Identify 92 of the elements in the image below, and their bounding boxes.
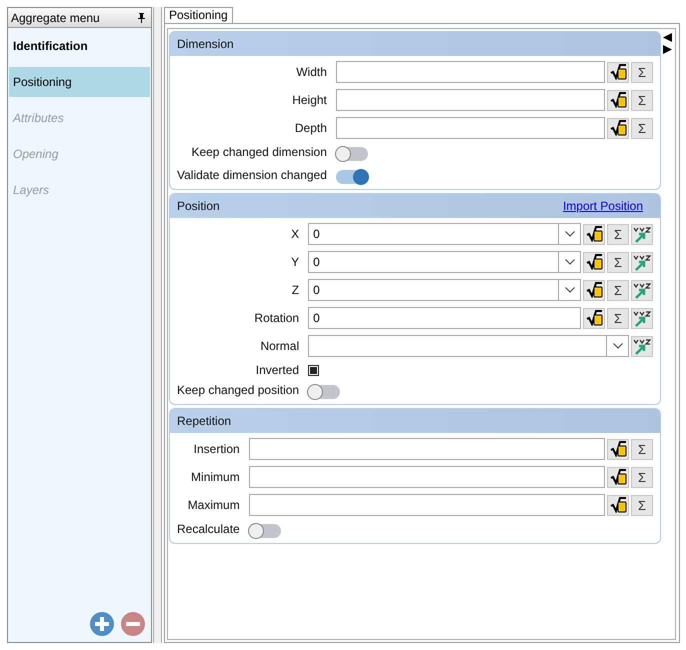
input-field[interactable]: 0 [308,307,581,329]
formula-button[interactable] [583,280,605,300]
field-label: Inverted [254,363,300,377]
import-link[interactable]: Import Position [562,199,643,213]
formula-button[interactable] [607,118,629,138]
input-field[interactable] [336,61,605,83]
toggle-switch[interactable] [248,524,281,538]
pick-button[interactable] [631,280,653,300]
dropdown-button[interactable] [559,279,581,301]
arrow-icon [633,226,651,242]
root-icon [610,497,626,513]
field-label: Keep changed dimension [190,145,327,161]
root-icon [610,92,626,108]
dropdown-button[interactable] [607,335,629,357]
checkbox[interactable] [308,364,320,376]
combo-box[interactable]: 0 [308,223,559,245]
panel-title: Aggregate menu [11,10,100,24]
field-label: Width [295,65,327,79]
menu-item[interactable]: Positioning [9,67,150,97]
formula-button[interactable] [583,252,605,272]
section-title: Dimension [177,37,234,51]
input-field[interactable] [248,466,605,488]
field-label: Keep changed position [177,383,300,399]
field-label: Depth [294,121,327,135]
menu-item[interactable]: Identification [9,31,150,61]
combo-box[interactable]: 0 [308,251,559,273]
formula-button[interactable] [607,466,629,488]
sum-button[interactable]: Σ [631,90,653,110]
sum-button[interactable]: Σ [607,280,629,300]
dropdown-button[interactable] [559,251,581,273]
pick-button[interactable] [631,252,653,272]
formula-button[interactable] [607,494,629,516]
remove-icon[interactable] [121,612,145,636]
formula-button[interactable] [583,224,605,244]
field-label: Normal [259,339,300,353]
pick-button[interactable] [631,336,653,356]
field-label: Validate dimension changed [177,168,327,184]
combo-box[interactable]: 0 [308,279,559,301]
toggle-switch[interactable] [336,146,368,160]
pick-button[interactable] [631,224,653,244]
toggle-switch[interactable] [336,170,368,184]
input-field[interactable] [248,438,605,460]
sum-button[interactable]: Σ [631,438,653,460]
sum-button[interactable]: Σ [631,494,653,516]
sum-button[interactable]: Σ [631,466,653,488]
field-label: Minimum [190,470,240,484]
input-field[interactable] [336,89,605,111]
root-icon [610,64,626,80]
dropdown-button[interactable] [559,223,581,245]
field-label: Y [290,255,300,269]
field-label: Insertion [192,442,240,456]
pick-button[interactable] [631,308,653,328]
section-title: Repetition [177,414,232,428]
arrow-icon [633,310,651,326]
tab[interactable]: Positioning [164,7,233,23]
field-label: Recalculate [177,522,240,538]
add-icon[interactable] [90,612,114,636]
field-label: Height [291,93,327,107]
sum-button[interactable]: Σ [631,118,653,138]
arrow-icon [633,254,651,270]
root-icon [586,310,602,326]
field-label: Z [290,283,300,297]
root-icon [586,282,602,298]
sum-button[interactable]: Σ [631,62,653,82]
field-label: Rotation [253,311,300,325]
caret-icon [564,259,574,265]
section-title: Position [177,199,220,213]
root-icon [610,441,626,457]
input-field[interactable] [248,494,605,516]
formula-button[interactable] [607,62,629,82]
caret-icon [564,231,574,237]
formula-button[interactable] [607,90,629,110]
root-icon [610,469,626,485]
arrow-icon [633,282,651,298]
root-icon [610,120,626,136]
arrow-icon [633,338,651,354]
caret-icon [612,343,622,349]
field-label: Maximum [186,498,240,512]
sum-button[interactable]: Σ [607,224,629,244]
root-icon [586,226,602,242]
caret-icon [564,287,574,293]
input-field[interactable] [336,117,605,139]
sum-button[interactable]: Σ [607,252,629,272]
scroll-left-icon[interactable] [663,33,672,42]
toggle-switch[interactable] [308,384,340,398]
pin-icon[interactable] [138,12,145,22]
sum-button[interactable]: Σ [607,308,629,328]
root-icon [586,254,602,270]
field-label: X [290,227,300,241]
formula-button[interactable] [607,438,629,460]
formula-button[interactable] [583,308,605,328]
scroll-right-icon[interactable] [663,45,672,54]
